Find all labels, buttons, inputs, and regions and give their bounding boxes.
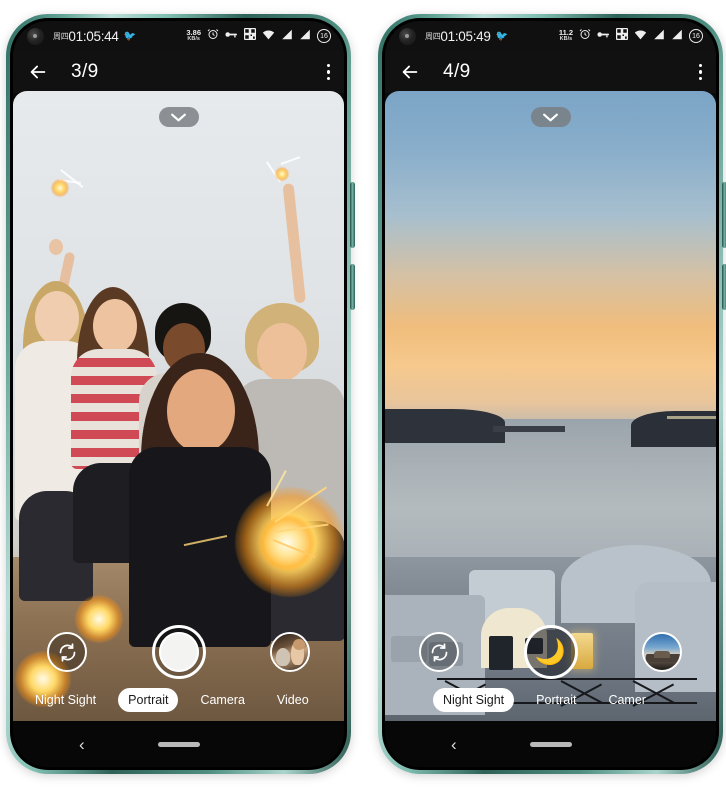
status-icons-group-right: 11.2 KB/s 16 [559, 27, 703, 45]
shutter-button[interactable] [151, 625, 206, 679]
phone-device-left: 周四 01:05:44 🐦 3.86 KB/s 16 3/9 Night Sig… [6, 14, 355, 774]
camera-controls-right: 🌙 Night Sight Portrait Camer [385, 621, 716, 721]
phone-screen-right: 周四 01:05:49 🐦 11.2 KB/s 16 4/9 🌙 Night S… [385, 21, 716, 767]
camera-viewfinder-right[interactable]: 🌙 Night Sight Portrait Camer [385, 91, 716, 721]
mode-night-sight[interactable]: Night Sight [25, 688, 106, 712]
overflow-menu-icon[interactable] [698, 64, 702, 80]
chevron-down-icon[interactable] [158, 107, 199, 127]
status-icons-group-left: 3.86 KB/s 16 [186, 27, 331, 45]
camera-mode-selector-right[interactable]: Night Sight Portrait Camer [385, 683, 716, 717]
vpn-key-icon [225, 27, 238, 45]
network-speed-value: 3.86 [186, 28, 201, 37]
camera-viewfinder-left[interactable]: Night Sight Portrait Camera Video [13, 91, 344, 721]
status-day-label: 周四 [425, 31, 441, 41]
cellular-signal-icon-1 [281, 27, 293, 45]
status-day-label: 周四 [53, 31, 69, 41]
battery-indicator: 16 [317, 29, 331, 43]
app-notification-icon: 🐦 [495, 30, 509, 42]
mode-camera[interactable]: Camera [190, 688, 254, 712]
chevron-down-icon[interactable] [530, 107, 571, 127]
phone-device-right: 周四 01:05:49 🐦 11.2 KB/s 16 4/9 🌙 Night S… [378, 14, 726, 774]
battery-indicator: 16 [689, 29, 703, 43]
mode-camera[interactable]: Camer [598, 688, 656, 712]
page-counter-title: 3/9 [71, 61, 99, 82]
shutter-button[interactable]: 🌙 [523, 625, 578, 679]
power-button-right[interactable] [722, 182, 726, 248]
volume-button-right[interactable] [722, 264, 726, 310]
overflow-menu-icon[interactable] [326, 64, 330, 80]
power-button-left[interactable] [350, 182, 355, 248]
network-speed-indicator: 3.86 KB/s [186, 29, 201, 43]
camera-controls-left: Night Sight Portrait Camera Video [13, 621, 344, 721]
vpn-key-icon [597, 27, 610, 45]
phone-bezel-right: 周四 01:05:49 🐦 11.2 KB/s 16 4/9 🌙 Night S… [382, 18, 719, 770]
last-photo-thumbnail[interactable] [642, 632, 682, 672]
wifi-icon [634, 27, 647, 45]
front-camera-punchhole [399, 27, 416, 45]
network-speed-unit: KB/s [187, 36, 200, 42]
shutter-row-left [13, 621, 344, 683]
wifi-icon [262, 27, 275, 45]
status-clock: 01:05:49 [440, 28, 491, 44]
cellular-signal-icon-1 [653, 27, 665, 45]
system-nav-bar-right: ‹ [385, 721, 716, 767]
phone-screen-left: 周四 01:05:44 🐦 3.86 KB/s 16 3/9 Night Sig… [13, 21, 344, 767]
app-notification-icon: 🐦 [123, 30, 137, 42]
app-header-left: 3/9 [13, 51, 344, 93]
status-clock: 01:05:44 [68, 28, 119, 44]
mode-portrait[interactable]: Portrait [526, 688, 586, 712]
system-nav-bar-left: ‹ [13, 721, 344, 767]
mode-video[interactable]: Video [267, 688, 319, 712]
app-header-right: 4/9 [385, 51, 716, 93]
nav-back-icon[interactable]: ‹ [451, 736, 457, 753]
qr-scan-icon [244, 27, 256, 45]
home-indicator[interactable] [157, 741, 200, 747]
network-speed-indicator: 11.2 KB/s [559, 29, 573, 43]
network-speed-unit: KB/s [559, 36, 573, 42]
cellular-signal-icon-2 [671, 27, 683, 45]
switch-camera-icon[interactable] [419, 632, 459, 672]
screenshot-stage: 周四 01:05:44 🐦 3.86 KB/s 16 3/9 Night Sig… [0, 0, 726, 800]
front-camera-punchhole [27, 27, 44, 45]
nav-back-icon[interactable]: ‹ [79, 736, 85, 753]
alarm-clock-icon [579, 27, 591, 45]
back-arrow-icon[interactable] [399, 61, 421, 83]
alarm-clock-icon [207, 27, 219, 45]
back-arrow-icon[interactable] [27, 61, 49, 83]
mode-portrait[interactable]: Portrait [118, 688, 179, 712]
shutter-row-right: 🌙 [385, 621, 716, 683]
qr-scan-icon [616, 27, 628, 45]
crescent-moon-icon: 🌙 [534, 637, 567, 666]
network-speed-value: 11.2 [558, 28, 573, 37]
camera-mode-selector-left[interactable]: Night Sight Portrait Camera Video [13, 683, 344, 717]
switch-camera-icon[interactable] [47, 632, 87, 672]
home-indicator[interactable] [529, 741, 572, 747]
status-bar-left: 周四 01:05:44 🐦 3.86 KB/s 16 [13, 21, 344, 51]
shutter-inner-ring [158, 632, 199, 672]
phone-bezel-left: 周四 01:05:44 🐦 3.86 KB/s 16 3/9 Night Sig… [10, 18, 347, 770]
page-counter-title: 4/9 [443, 61, 471, 82]
last-photo-thumbnail[interactable] [270, 632, 310, 672]
volume-button-left[interactable] [350, 264, 355, 310]
status-bar-right: 周四 01:05:49 🐦 11.2 KB/s 16 [385, 21, 716, 51]
cellular-signal-icon-2 [299, 27, 311, 45]
mode-night-sight[interactable]: Night Sight [433, 688, 515, 712]
